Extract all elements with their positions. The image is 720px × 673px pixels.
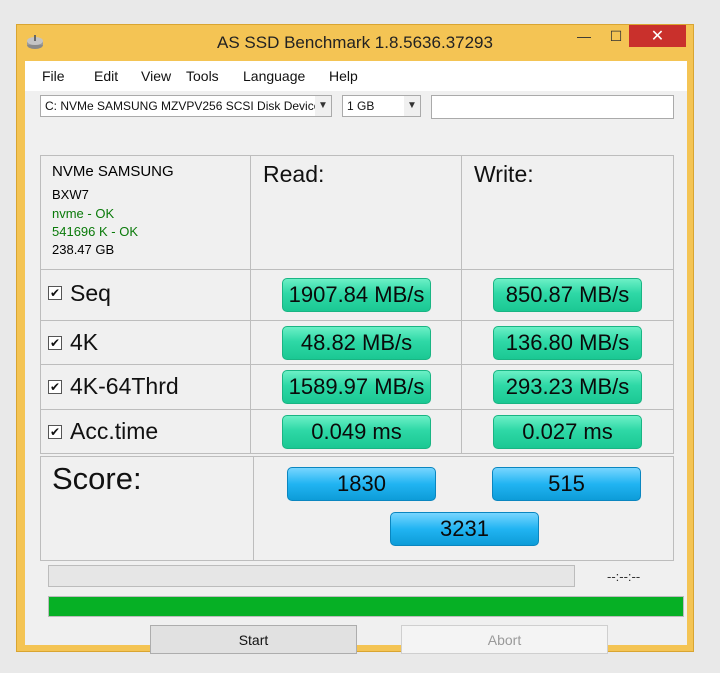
drive-capacity: 238.47 GB bbox=[52, 242, 115, 257]
acc-time-read-result: 0.049 ms bbox=[282, 415, 431, 449]
progress-bar bbox=[48, 565, 575, 587]
overall-progress-fill bbox=[49, 597, 683, 616]
seq-write-result: 850.87 MB/s bbox=[493, 278, 642, 312]
4k-64thrd-write-result: 293.23 MB/s bbox=[493, 370, 642, 404]
acc-time-checkbox[interactable]: ✔ bbox=[48, 425, 62, 439]
menu-file[interactable]: File bbox=[42, 68, 65, 84]
acc-time-write-cell: 0.027 ms bbox=[461, 409, 674, 454]
drive-select[interactable]: C: NVMe SAMSUNG MZVPV256 SCSI Disk Devic… bbox=[40, 95, 332, 117]
drive-name: NVMe SAMSUNG bbox=[52, 163, 174, 180]
read-header-cell: Read: bbox=[250, 155, 462, 270]
size-select[interactable]: 1 GB ▼ bbox=[342, 95, 421, 117]
score-write: 515 bbox=[492, 467, 641, 501]
score-values-cell: 1830 515 3231 bbox=[253, 456, 674, 561]
menu-edit[interactable]: Edit bbox=[94, 68, 118, 84]
score-label-cell: Score: bbox=[40, 456, 254, 561]
test-row-4k-64thrd: ✔ 4K-64Thrd bbox=[40, 364, 251, 410]
acc-time-write-result: 0.027 ms bbox=[493, 415, 642, 449]
4k-64thrd-write-cell: 293.23 MB/s bbox=[461, 364, 674, 410]
alignment-status: 541696 K - OK bbox=[52, 224, 138, 239]
driver-status: nvme - OK bbox=[52, 206, 115, 221]
seq-read-result: 1907.84 MB/s bbox=[282, 278, 431, 312]
size-select-value: 1 GB bbox=[347, 99, 375, 113]
test-row-acc-time: ✔ Acc.time bbox=[40, 409, 251, 454]
4k-64thrd-label: 4K-64Thrd bbox=[70, 373, 179, 399]
4k-checkbox[interactable]: ✔ bbox=[48, 336, 62, 350]
menu-language[interactable]: Language bbox=[243, 68, 305, 84]
score-read: 1830 bbox=[287, 467, 436, 501]
start-button[interactable]: Start bbox=[150, 625, 357, 654]
4k-64thrd-read-cell: 1589.97 MB/s bbox=[250, 364, 462, 410]
close-button[interactable]: ✕ bbox=[629, 25, 686, 47]
results-grid: NVMe SAMSUNG BXW7 nvme - OK 541696 K - O… bbox=[40, 155, 674, 561]
abort-button[interactable]: Abort bbox=[401, 625, 608, 654]
main-panel: C: NVMe SAMSUNG MZVPV256 SCSI Disk Devic… bbox=[25, 91, 687, 654]
4k-64thrd-checkbox[interactable]: ✔ bbox=[48, 380, 62, 394]
4k-label: 4K bbox=[70, 329, 99, 355]
test-row-4k: ✔ 4K bbox=[40, 320, 251, 365]
4k-64thrd-read-result: 1589.97 MB/s bbox=[282, 370, 431, 404]
seq-write-cell: 850.87 MB/s bbox=[461, 269, 674, 321]
chevron-down-icon: ▼ bbox=[315, 96, 331, 116]
menu-bar: File Edit View Tools Language Help bbox=[25, 61, 687, 91]
text-field[interactable] bbox=[431, 95, 674, 119]
4k-write-result: 136.80 MB/s bbox=[493, 326, 642, 360]
drive-select-value: C: NVMe SAMSUNG MZVPV256 SCSI Disk Devic… bbox=[45, 99, 321, 113]
maximize-button[interactable]: ☐ bbox=[603, 25, 629, 47]
score-total: 3231 bbox=[390, 512, 539, 546]
test-row-seq: ✔ Seq bbox=[40, 269, 251, 321]
drive-firmware: BXW7 bbox=[52, 187, 89, 202]
menu-tools[interactable]: Tools bbox=[186, 68, 219, 84]
chevron-down-icon: ▼ bbox=[404, 96, 420, 116]
seq-checkbox[interactable]: ✔ bbox=[48, 286, 62, 300]
write-header-cell: Write: bbox=[461, 155, 674, 270]
acc-time-read-cell: 0.049 ms bbox=[250, 409, 462, 454]
drive-info-panel: NVMe SAMSUNG BXW7 nvme - OK 541696 K - O… bbox=[40, 155, 251, 270]
menu-help[interactable]: Help bbox=[329, 68, 358, 84]
4k-read-cell: 48.82 MB/s bbox=[250, 320, 462, 365]
4k-write-cell: 136.80 MB/s bbox=[461, 320, 674, 365]
write-header: Write: bbox=[474, 161, 534, 187]
minimize-button[interactable]: — bbox=[571, 25, 597, 47]
title-bar[interactable]: AS SSD Benchmark 1.8.5636.37293 — ☐ ✕ bbox=[17, 25, 693, 60]
overall-progress-bar bbox=[48, 596, 684, 617]
read-header: Read: bbox=[263, 161, 325, 187]
seq-read-cell: 1907.84 MB/s bbox=[250, 269, 462, 321]
menu-view[interactable]: View bbox=[141, 68, 171, 84]
4k-read-result: 48.82 MB/s bbox=[282, 326, 431, 360]
seq-label: Seq bbox=[70, 280, 111, 306]
score-label: Score: bbox=[52, 461, 142, 496]
app-window: AS SSD Benchmark 1.8.5636.37293 — ☐ ✕ Fi… bbox=[16, 24, 694, 654]
acc-time-label: Acc.time bbox=[70, 418, 159, 444]
elapsed-time: --:--:-- bbox=[607, 569, 641, 584]
